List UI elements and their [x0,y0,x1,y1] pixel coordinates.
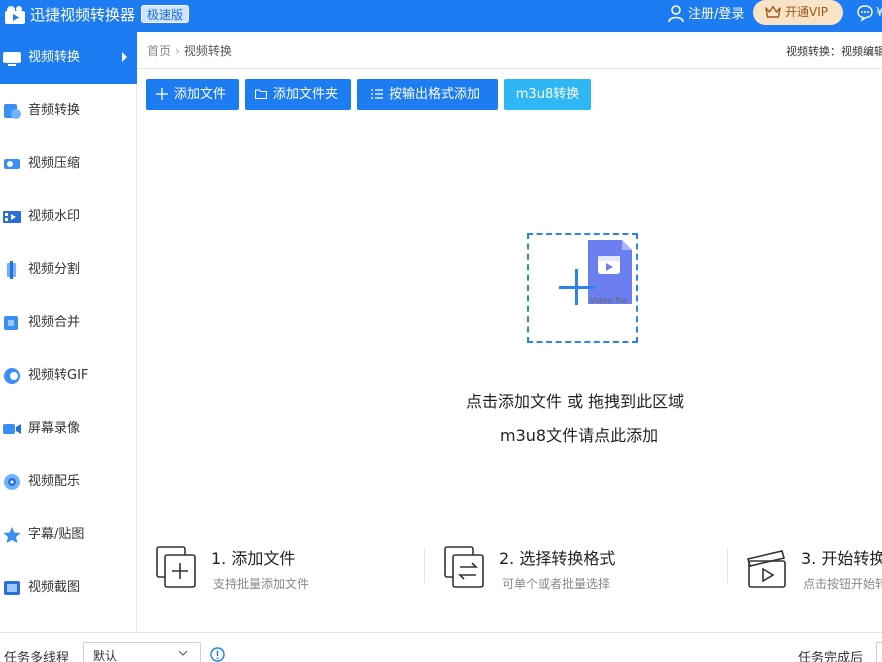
sidebar-item-label: 视频截图 [28,580,81,595]
start-convert-step-icon [747,550,786,588]
breadcrumb: 首页 › 视频转换 [147,42,232,59]
video-convert-icon [3,52,21,66]
sidebar-item-label: 视频合并 [28,315,81,330]
sidebar-item-label: 视频转换 [28,50,81,65]
sidebar-item-video-compress[interactable]: 视频压缩 [0,138,137,190]
breadcrumb-home[interactable]: 首页 [147,44,171,58]
convert-format-step-icon [444,546,484,588]
thread-label: 任务多线程 [4,651,70,662]
header-divider [137,68,882,69]
video-merge-icon [4,316,18,330]
sidebar-item-label: 视频配乐 [28,474,81,489]
sidebar-item-label: 视频转GIF [28,368,89,383]
step-1-subtitle: 支持批量添加文件 [213,577,310,591]
sidebar-item-subtitle-sticker[interactable]: 字幕/贴图 [0,509,137,561]
after-task-select[interactable] [876,642,882,662]
plus-icon [156,88,168,100]
sidebar-item-screen-record[interactable]: 屏幕录像 [0,403,137,455]
sidebar-item-label: 视频分割 [28,262,81,277]
video-music-icon [4,474,20,490]
open-vip-button[interactable]: 开通VIP [753,0,843,25]
m3u8-add-link[interactable]: m3u8文件请点此添加 [500,422,658,446]
feature-tabs-text[interactable]: 视频转换：视频编辑 [786,43,882,59]
sidebar-item-audio-convert[interactable]: 音频转换 [0,85,137,137]
audio-convert-icon [4,104,21,119]
sidebar: 视频转换 音频转换 视频压缩 视频水印 视频分割 视频合并 视频转GIF 屏幕录… [0,32,137,632]
add-plus-horizontal [559,286,595,289]
app-title: 迅捷视频转换器 [30,6,136,24]
step-divider [727,549,728,583]
chevron-down-icon [178,650,188,656]
add-by-format-button[interactable]: 按输出格式添加 [357,79,498,110]
bottom-bar: 任务多线程 默认 任务完成后 [0,632,882,662]
video-split-icon [7,261,16,279]
sidebar-item-label: 视频压缩 [28,156,81,171]
screen-record-icon [3,424,21,434]
list-icon [371,89,383,99]
app-logo-icon [5,6,25,24]
step-2-title: 2. 选择转换格式 [499,549,616,568]
sidebar-item-video-merge[interactable]: 视频合并 [0,297,137,349]
breadcrumb-separator: › [175,44,180,58]
after-task-label: 任务完成后 [798,651,864,662]
subtitle-sticker-icon [3,527,21,543]
add-folder-label: 添加文件夹 [273,87,339,102]
step-3-title: 3. 开始转换 [801,549,882,568]
sidebar-item-label: 屏幕录像 [28,421,81,436]
user-icon[interactable] [668,5,684,23]
sidebar-item-video-music[interactable]: 视频配乐 [0,456,137,508]
step-divider [424,549,425,583]
add-file-step-icon [156,546,196,588]
drop-hint-text: 点击添加文件 或 拖拽到此区域 [466,392,685,411]
video-file-caption: Video file [590,296,628,305]
title-bar: 迅捷视频转换器 极速版 注册/登录 开通VIP ¥ [0,0,882,32]
step-3-subtitle: 点击按钮开始转换 [803,577,882,591]
login-link[interactable]: 注册/登录 [688,6,744,24]
video-compress-icon [4,159,20,169]
vip-label: 开通VIP [785,5,828,19]
sidebar-item-video-gif[interactable]: 视频转GIF [0,350,137,402]
sidebar-item-video-screenshot[interactable]: 视频截图 [0,562,137,614]
add-file-button[interactable]: 添加文件 [146,79,239,110]
sidebar-item-label: 字幕/贴图 [28,527,85,542]
sidebar-item-label: 视频水印 [28,209,81,224]
chat-icon[interactable] [856,4,874,22]
add-folder-button[interactable]: 添加文件夹 [245,79,351,110]
add-by-format-label: 按输出格式添加 [389,87,481,102]
folder-icon [255,89,267,100]
video-screenshot-icon [4,581,20,595]
crown-icon [765,5,781,18]
sidebar-item-video-split[interactable]: 视频分割 [0,244,137,296]
thread-select[interactable]: 默认 [83,642,201,662]
video-watermark-icon [3,211,21,223]
chevron-right-icon [122,52,127,62]
sidebar-item-label: 音频转换 [28,103,81,118]
m3u8-convert-button[interactable]: m3u8转换 [504,79,591,110]
step-2-subtitle: 可单个或者批量选择 [502,577,611,591]
thread-select-value: 默认 [93,649,118,662]
info-icon[interactable] [210,647,225,662]
sidebar-item-video-watermark[interactable]: 视频水印 [0,191,137,243]
edition-badge: 极速版 [141,5,190,23]
breadcrumb-current: 视频转换 [183,44,232,58]
add-file-label: 添加文件 [174,87,227,102]
sidebar-item-video-convert[interactable]: 视频转换 [0,32,137,84]
chat-extra-text: ¥ [876,5,882,19]
video-gif-icon [4,368,20,384]
step-1-title: 1. 添加文件 [211,549,296,568]
